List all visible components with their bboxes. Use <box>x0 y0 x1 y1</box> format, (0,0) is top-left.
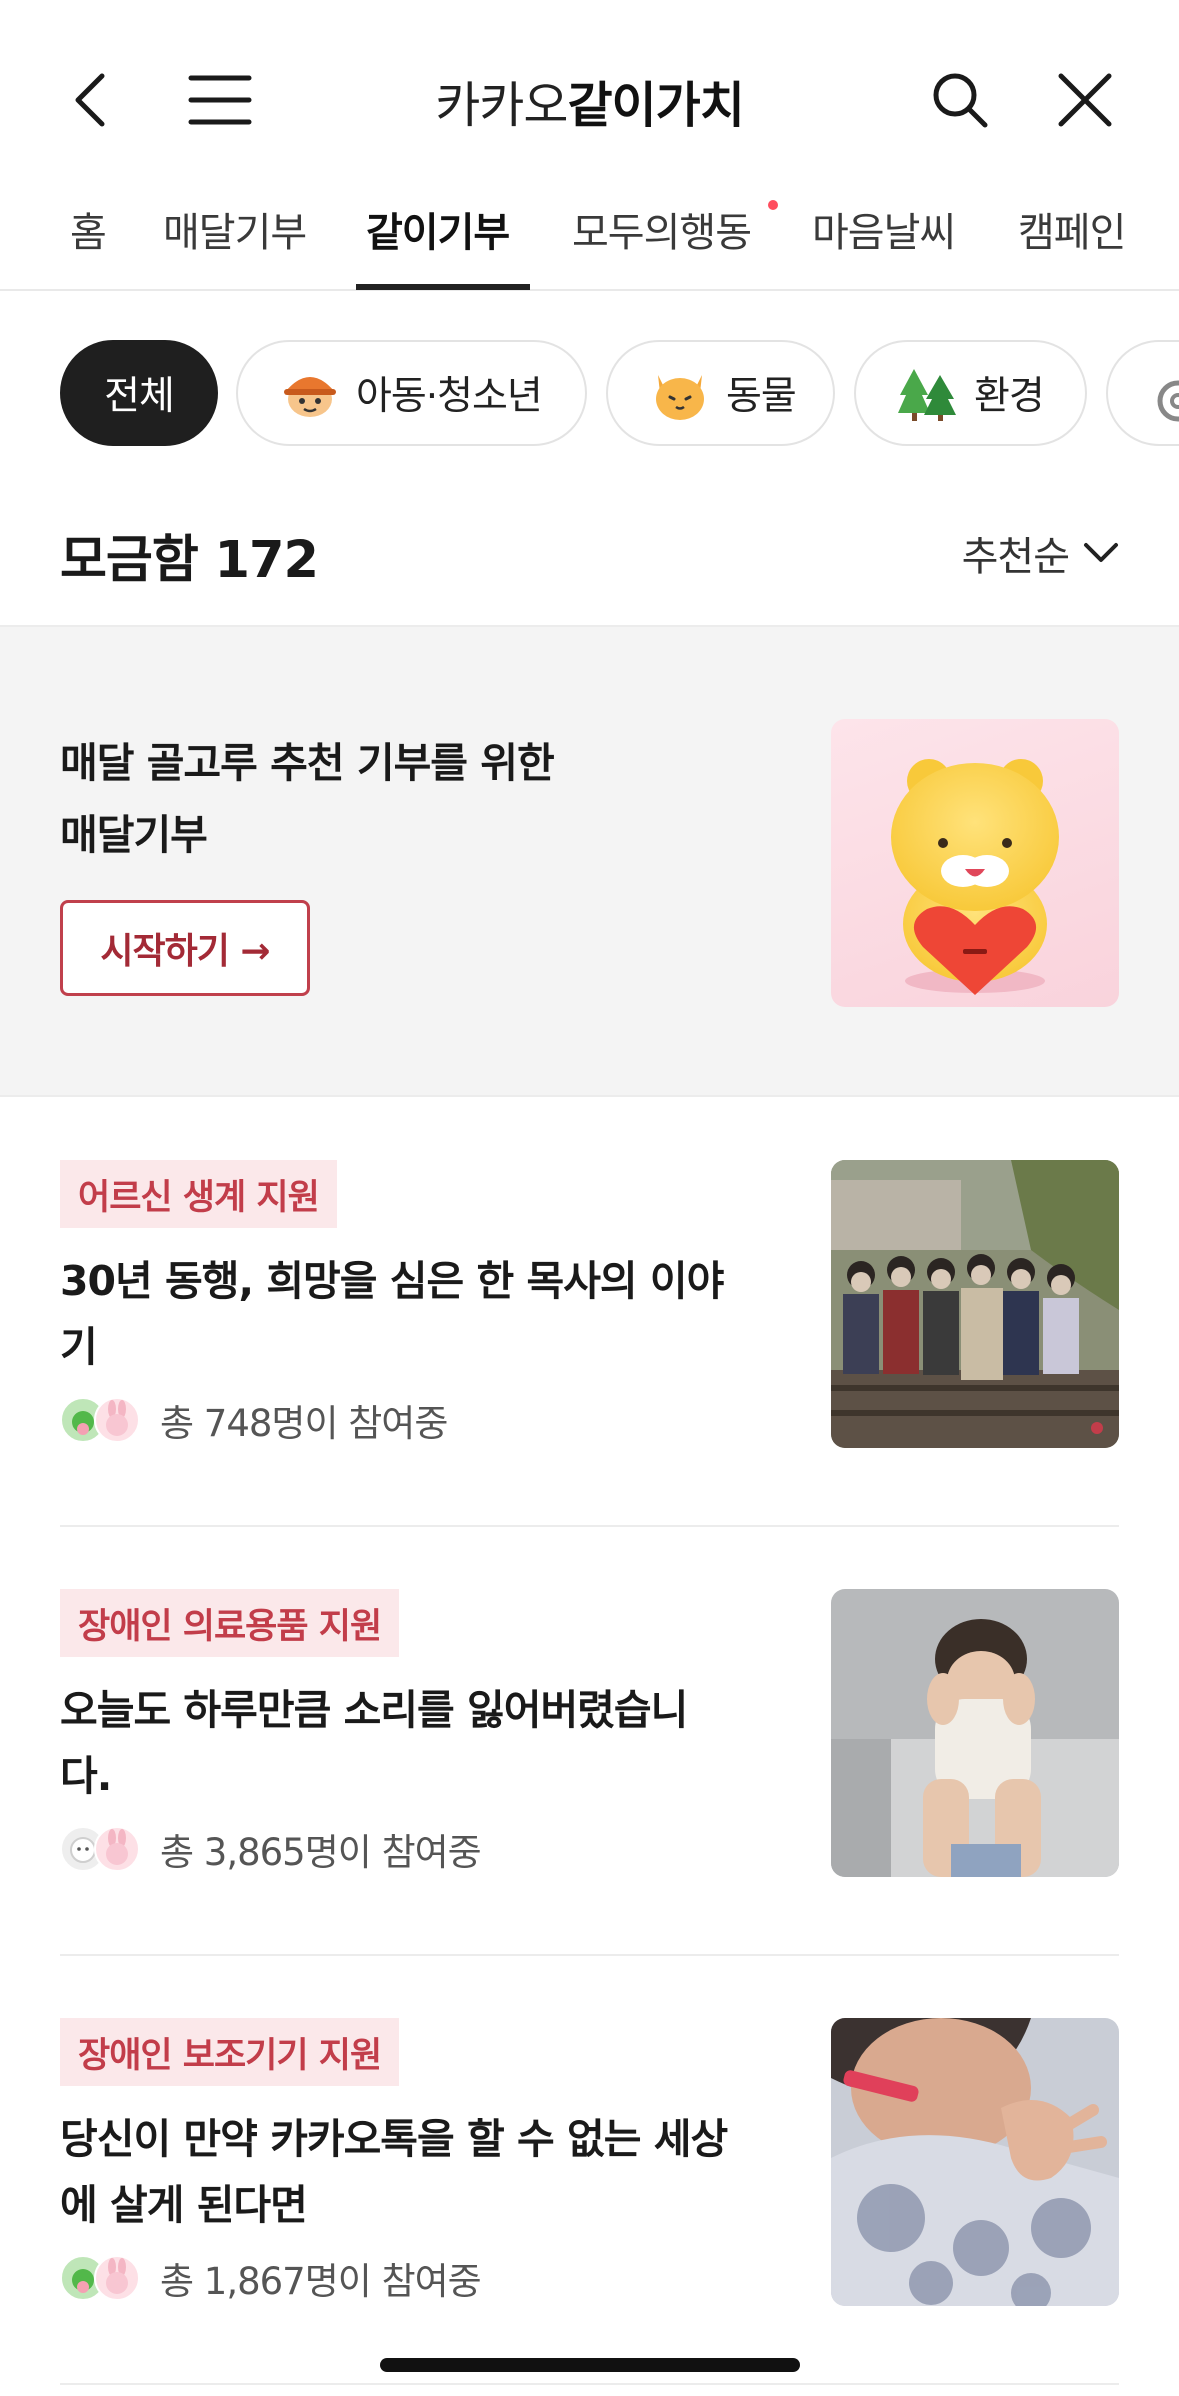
list-divider <box>60 2383 1119 2385</box>
elderly-group-photo[interactable] <box>831 1160 1119 1448</box>
child-covering-ears-photo[interactable] <box>831 1589 1119 1877</box>
list-divider <box>60 1954 1119 1956</box>
title-prefix: 카카오 <box>435 77 568 134</box>
wheelchair-icon <box>1148 361 1179 425</box>
participant-count: 총 3,865명이 참여중 <box>160 1831 482 1874</box>
participants: 총 3,865명이 참여중 <box>60 1824 482 1874</box>
child-icon <box>278 361 342 425</box>
category-tag: 장애인 의료용품 지원 <box>60 1589 400 1657</box>
tab-together[interactable]: 같이기부 <box>366 200 510 258</box>
top-header: 카카오같이가치 <box>0 0 1179 180</box>
banner-text: 매달 골고루 추천 기부를 위한 매달기부 <box>60 727 555 871</box>
tab-home[interactable]: 홈 <box>70 200 107 258</box>
category-tag: 어르신 생계 지원 <box>60 1160 337 1228</box>
title-main: 같이가치 <box>567 77 744 134</box>
item-title-line2: 다. <box>60 1752 112 1800</box>
list-item[interactable]: 어르신 생계 지원 30년 동행, 희망을 심은 한 목사의 이야 기 총 74… <box>60 1160 1119 1450</box>
list-summary: 모금함 172 추천순 <box>0 500 1179 620</box>
list-divider <box>60 1525 1119 1527</box>
trees-icon <box>896 361 960 425</box>
tab-monthly[interactable]: 매달기부 <box>163 200 307 258</box>
participants: 총 1,867명이 참여중 <box>60 2253 482 2303</box>
chip-environment[interactable]: 환경 <box>854 340 1087 446</box>
tab-action[interactable]: 모두의행동 <box>572 200 752 258</box>
chip-label: 환경 <box>974 374 1045 419</box>
participants: 총 748명이 참여중 <box>60 1395 448 1445</box>
search-icon <box>933 73 988 128</box>
category-tag: 장애인 보조기기 지원 <box>60 2018 400 2086</box>
item-title-line1: 오늘도 하루만큼 소리를 잃어버렸습니 <box>60 1686 688 1734</box>
search-button[interactable] <box>915 55 1005 145</box>
item-title-line2: 기 <box>60 1323 98 1371</box>
item-title-line1: 30년 동행, 희망을 심은 한 목사의 이야 <box>60 1257 724 1305</box>
fundraiser-count: 모금함 172 <box>60 531 319 590</box>
category-tabs: 홈 매달기부 같이기부 모두의행동 마음날씨 캠페인 <box>0 180 1179 291</box>
item-title: 당신이 만약 카카오톡을 할 수 없는 세상 에 살게 된다면 <box>60 2106 780 2238</box>
close-icon <box>1058 73 1112 127</box>
cat-icon <box>648 361 712 425</box>
start-button[interactable]: 시작하기 → <box>60 900 310 996</box>
list-item[interactable]: 장애인 보조기기 지원 당신이 만약 카카오톡을 할 수 없는 세상 에 살게 … <box>60 2018 1119 2308</box>
new-badge-dot <box>768 200 778 210</box>
item-title: 오늘도 하루만큼 소리를 잃어버렸습니 다. <box>60 1677 780 1809</box>
app-screen: 카카오같이가치 홈 매달기부 같이기부 모두의행동 마음날씨 캠페인 전체 아동… <box>0 0 1179 2396</box>
character-holding-heart-image <box>831 719 1119 1007</box>
active-tab-indicator <box>356 284 530 290</box>
participant-count: 총 1,867명이 참여중 <box>160 2260 482 2303</box>
sort-dropdown[interactable]: 추천순 <box>962 524 1119 582</box>
participant-count: 총 748명이 참여중 <box>160 1402 448 1445</box>
chip-children[interactable]: 아동·청소년 <box>236 340 587 446</box>
list-item[interactable]: 장애인 의료용품 지원 오늘도 하루만큼 소리를 잃어버렸습니 다. 총 3,8… <box>60 1589 1119 1879</box>
chip-label: 전체 <box>104 374 175 419</box>
tab-weather[interactable]: 마음날씨 <box>812 200 956 258</box>
participant-avatars <box>60 1397 140 1443</box>
close-button[interactable] <box>1040 55 1130 145</box>
monthly-donation-banner: 매달 골고루 추천 기부를 위한 매달기부 시작하기 → <box>0 625 1179 1097</box>
home-indicator[interactable] <box>380 2358 800 2372</box>
rabbit-avatar-icon <box>94 1826 140 1872</box>
item-title-line1: 당신이 만약 카카오톡을 할 수 없는 세상 <box>60 2115 728 2163</box>
tab-campaign[interactable]: 캠페인 <box>1018 200 1126 258</box>
sort-label: 추천순 <box>961 534 1070 580</box>
chip-animals[interactable]: 동물 <box>606 340 835 446</box>
banner-line2: 매달기부 <box>60 811 208 859</box>
item-title-line2: 에 살게 된다면 <box>60 2181 308 2229</box>
chip-more-partial[interactable] <box>1106 340 1179 446</box>
chip-label: 동물 <box>726 374 797 419</box>
chip-label: 아동·청소년 <box>356 374 543 419</box>
chip-all[interactable]: 전체 <box>60 340 218 446</box>
participant-avatars <box>60 1826 140 1872</box>
item-title: 30년 동행, 희망을 심은 한 목사의 이야 기 <box>60 1248 780 1380</box>
chevron-down-icon <box>1084 543 1118 562</box>
person-with-phone-photo[interactable] <box>831 2018 1119 2306</box>
rabbit-avatar-icon <box>94 1397 140 1443</box>
banner-line1: 매달 골고루 추천 기부를 위한 <box>60 739 555 787</box>
filter-chips: 전체 아동·청소년 동물 환경 <box>0 340 1179 446</box>
rabbit-avatar-icon <box>94 2255 140 2301</box>
participant-avatars <box>60 2255 140 2301</box>
